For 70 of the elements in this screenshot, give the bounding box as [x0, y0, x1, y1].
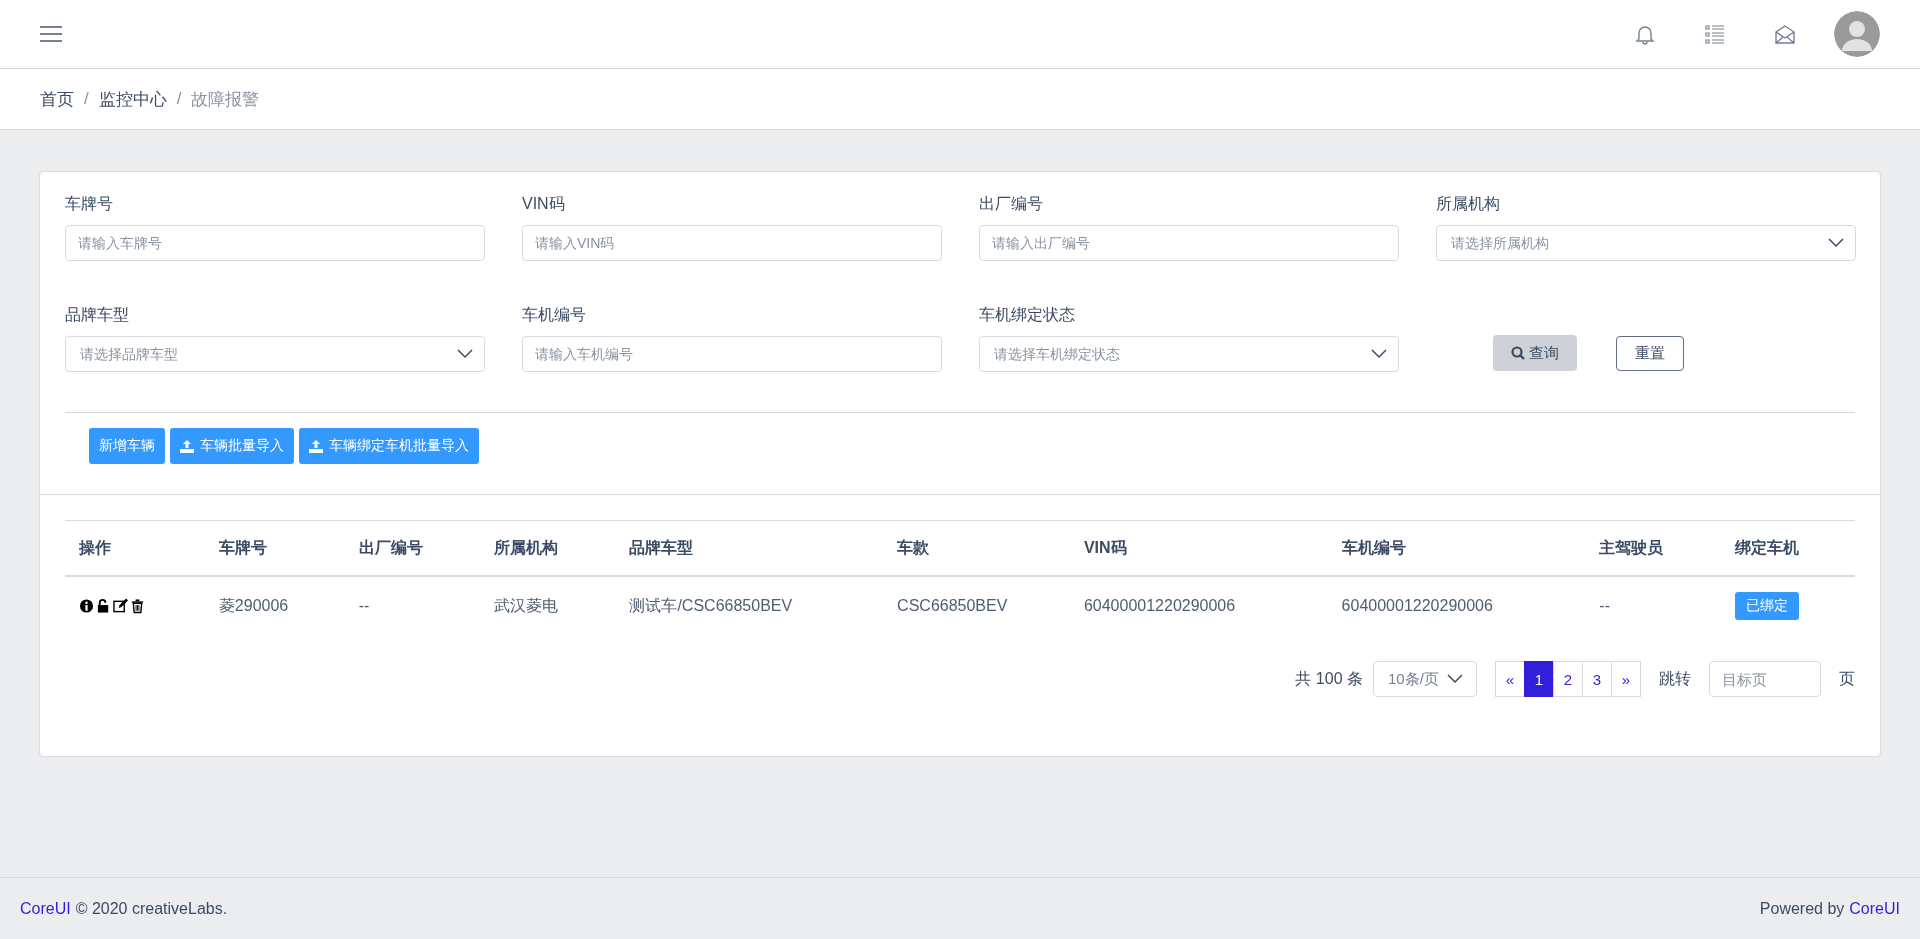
table-cell-text: -- [1598, 596, 1611, 616]
table-cell-text: CSC66850BEV [896, 596, 1009, 616]
page-button[interactable]: 1 [1524, 661, 1554, 697]
breadcrumb-item[interactable]: 首页 [40, 87, 74, 111]
select-field[interactable]: 请选择所属机构 [1436, 225, 1856, 261]
upload-icon [180, 439, 194, 453]
table-cell-text: -- [357, 596, 371, 616]
field-label: 所属机构 [1436, 194, 1500, 214]
column-header: 所属机构 [479, 521, 616, 577]
select-field[interactable]: 请选择品牌车型 [65, 336, 485, 372]
page-size-select[interactable]: 10条/页 [1373, 661, 1477, 697]
reset-button[interactable]: 重置 [1616, 336, 1684, 371]
field-label: 品牌车型 [65, 305, 129, 325]
info-icon[interactable] [79, 598, 94, 614]
page-input[interactable]: 目标页 [1709, 661, 1821, 697]
avatar[interactable] [1834, 11, 1880, 57]
column-header: 车机编号 [1327, 521, 1586, 577]
total-count: 共 100 条 [1295, 668, 1363, 689]
copyright-text: © 2020 creativeLabs. [75, 900, 228, 918]
field-label: 车牌号 [65, 194, 113, 214]
column-header: 车款 [883, 521, 1070, 577]
input-field[interactable]: 请输入车牌号 [65, 225, 485, 261]
coreui-link[interactable]: CoreUI [1849, 900, 1900, 918]
column-header: 出厂编号 [344, 521, 480, 577]
column-header: VIN码 [1069, 521, 1328, 577]
page-button[interactable]: » [1611, 661, 1641, 697]
field-label: 车机绑定状态 [979, 305, 1075, 325]
breadcrumb-item: 故障报警 [191, 88, 260, 111]
brand-link[interactable]: CoreUI [20, 900, 71, 918]
breadcrumb-separator: / [84, 89, 89, 109]
page-suffix: 页 [1839, 668, 1855, 689]
column-header: 主驾驶员 [1585, 521, 1722, 577]
field-label: 出厂编号 [979, 194, 1043, 214]
input-field[interactable]: 请输入VIN码 [522, 225, 942, 261]
envelope-icon[interactable] [1774, 23, 1796, 45]
unlock-icon[interactable] [96, 598, 111, 614]
trash-icon[interactable] [130, 598, 145, 614]
input-field[interactable]: 请输入车机编号 [522, 336, 942, 372]
upload-icon [309, 439, 323, 453]
field-label: 车机编号 [522, 305, 586, 325]
field-label: VIN码 [522, 194, 565, 214]
input-field[interactable]: 请输入出厂编号 [979, 225, 1399, 261]
table-cell-text: 武汉菱电 [492, 595, 559, 616]
column-header: 车牌号 [204, 521, 345, 577]
column-header: 品牌车型 [615, 521, 884, 577]
select-field[interactable]: 请选择车机绑定状态 [979, 336, 1399, 372]
edit-icon[interactable] [113, 598, 128, 614]
breadcrumb-separator: / [176, 89, 182, 109]
page-button[interactable]: « [1495, 661, 1525, 697]
chevron-down-icon [1446, 674, 1463, 684]
search-button[interactable]: 查询 [1493, 335, 1577, 371]
chevron-down-icon [1371, 349, 1387, 359]
list-icon[interactable] [1704, 23, 1726, 45]
search-icon [1511, 346, 1525, 360]
bell-icon[interactable] [1634, 23, 1656, 45]
page-button[interactable]: 2 [1553, 661, 1583, 697]
breadcrumb-item[interactable]: 监控中心 [98, 87, 167, 111]
chevron-down-icon [457, 349, 473, 359]
page-button[interactable]: 3 [1582, 661, 1612, 697]
column-header: 绑定车机 [1721, 521, 1855, 577]
powered-by-text: Powered by [1759, 900, 1845, 918]
table-cell-text: 60400001220290006 [1340, 596, 1494, 616]
table-cell-text: 菱290006 [217, 595, 290, 616]
menu-icon[interactable] [40, 25, 62, 43]
chevron-down-icon [1828, 238, 1844, 248]
table-cell-text: 测试车/CSC66850BEV [628, 595, 794, 616]
table-cell-text: 60400001220290006 [1082, 596, 1237, 616]
status-badge: 已绑定 [1735, 592, 1800, 620]
jump-label: 跳转 [1659, 668, 1691, 689]
column-header: 操作 [65, 521, 205, 577]
